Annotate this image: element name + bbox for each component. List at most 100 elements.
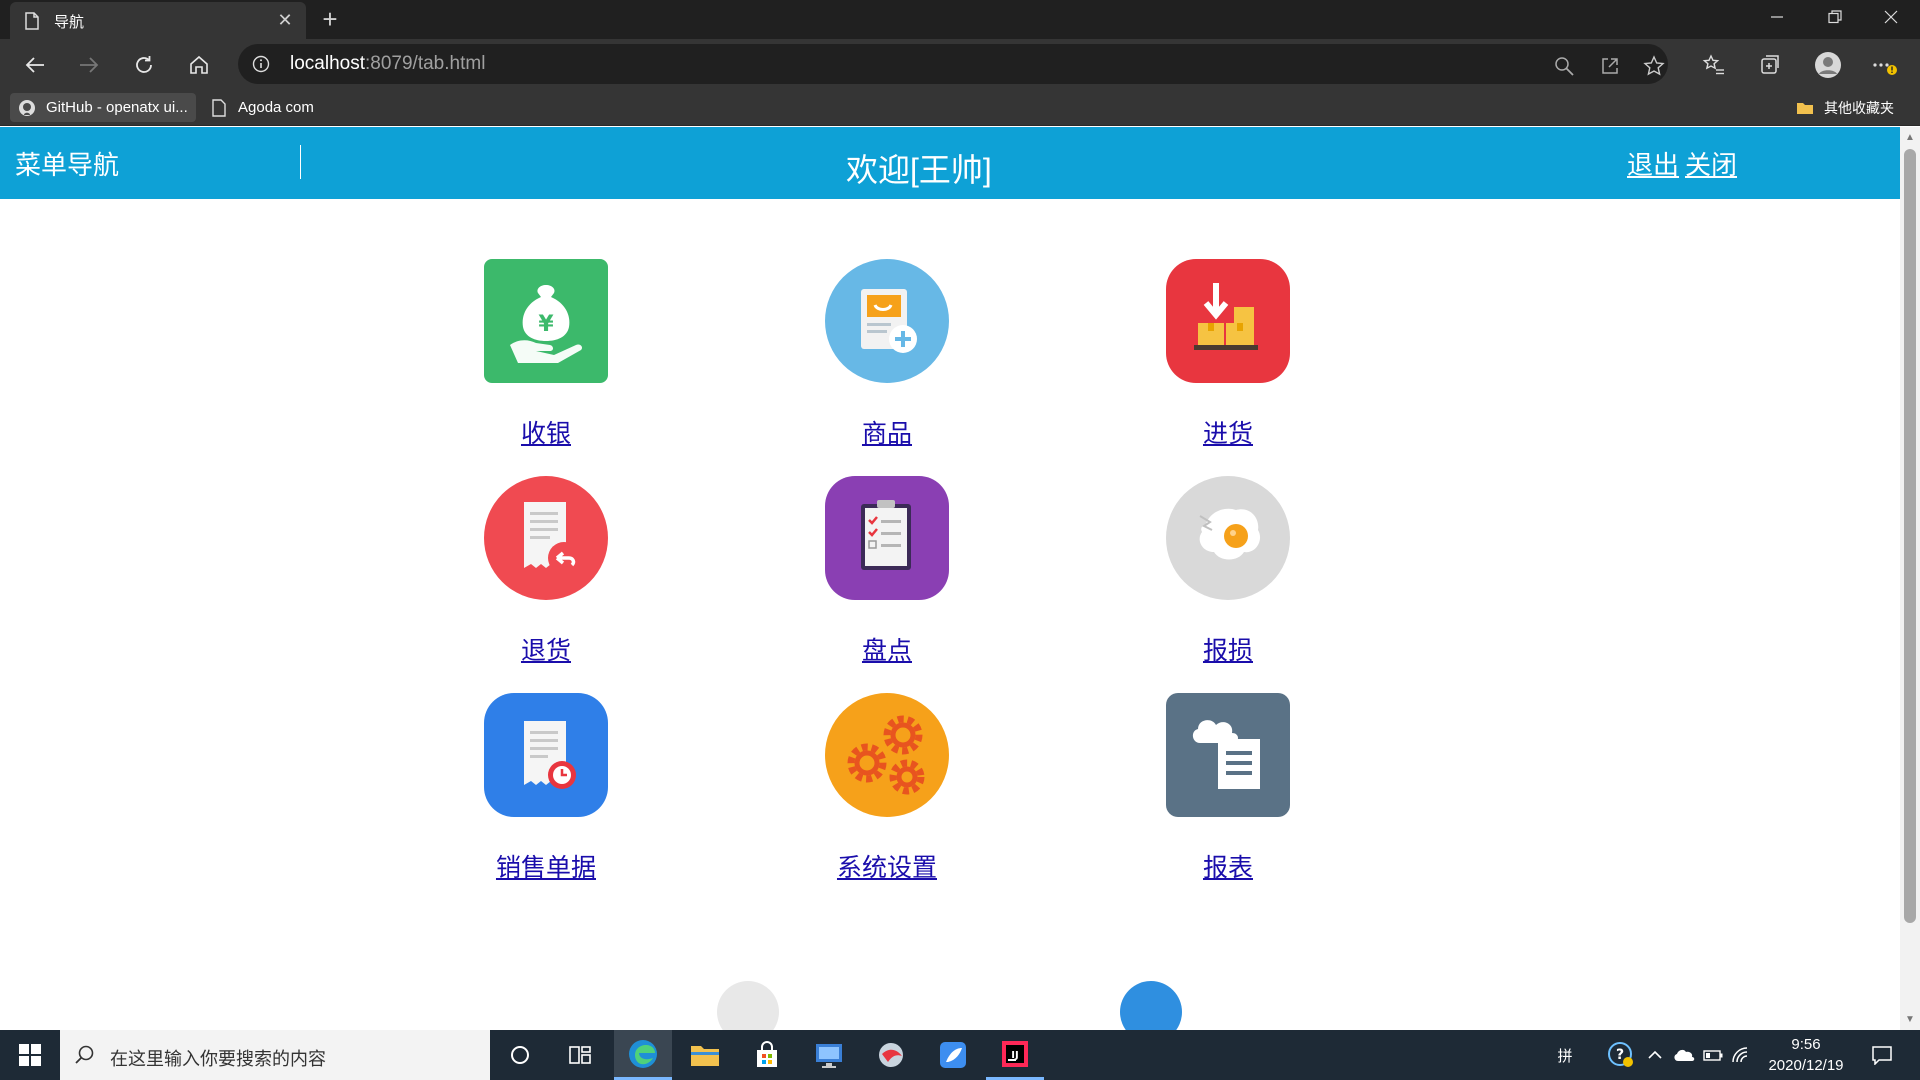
notifications-button[interactable] <box>1862 1030 1902 1080</box>
menu-item-label[interactable]: 系统设置 <box>777 848 997 884</box>
scroll-down-icon[interactable]: ▼ <box>1900 1011 1920 1029</box>
menu-item-label[interactable]: 收银 <box>436 414 656 450</box>
refresh-button[interactable] <box>127 48 161 82</box>
show-hidden-icons-button[interactable] <box>1642 1030 1668 1080</box>
menu-item-label[interactable]: 报表 <box>1118 848 1338 884</box>
other-bookmarks-label: 其他收藏夹 <box>1824 99 1894 116</box>
help-button[interactable]: ? <box>1604 1030 1638 1080</box>
app-icon <box>879 1043 903 1067</box>
favorite-button[interactable] <box>1642 54 1666 78</box>
collections-icon <box>1761 55 1779 74</box>
close-link[interactable]: 关闭 <box>1685 145 1737 182</box>
scroll-up-icon[interactable]: ▲ <box>1900 129 1920 147</box>
cloud-report-icon[interactable] <box>1166 693 1290 817</box>
menu-item-label[interactable]: 盘点 <box>777 631 997 667</box>
return-receipt-icon[interactable] <box>484 476 608 600</box>
taskbar-app-feather[interactable] <box>924 1030 982 1080</box>
taskbar-clock[interactable]: 9:56 2020/12/19 <box>1756 1034 1856 1076</box>
taskbar-remote-desktop[interactable] <box>800 1030 858 1080</box>
product-add-icon[interactable] <box>825 259 949 383</box>
bookmark-github[interactable]: GitHub - openatx ui... <box>10 93 196 122</box>
close-tab-icon[interactable]: ✕ <box>274 9 296 31</box>
money-bag-icon[interactable]: ¥ <box>484 259 608 383</box>
menu-item-inventory[interactable]: 盘点 <box>777 476 997 676</box>
menu-item-return[interactable]: 退货 <box>436 476 656 676</box>
gears-icon[interactable] <box>825 693 949 817</box>
ime-indicator[interactable]: 拼 <box>1550 1030 1580 1080</box>
home-icon <box>190 55 208 74</box>
home-button[interactable] <box>182 48 216 82</box>
menu-item-system-settings[interactable]: 系统设置 <box>777 693 997 893</box>
search-placeholder: 在这里输入你要搜索的内容 <box>110 1049 326 1069</box>
network-button[interactable] <box>1728 1030 1754 1080</box>
page-scrollbar[interactable]: ▲ ▼ <box>1900 127 1920 1030</box>
taskbar-explorer[interactable] <box>676 1030 734 1080</box>
browser-tabstrip: 导航 ✕ + <box>0 0 1920 39</box>
task-view-icon <box>569 1046 591 1064</box>
taskbar-edge[interactable] <box>614 1030 672 1080</box>
bookmark-label: Agoda com <box>238 99 314 116</box>
avatar-icon <box>1815 52 1841 78</box>
taskbar-search[interactable]: 在这里输入你要搜索的内容 <box>60 1030 490 1080</box>
other-bookmarks[interactable]: 其他收藏夹 <box>1788 93 1902 122</box>
menu-item-cashier[interactable]: ¥ 收银 <box>436 259 656 459</box>
broken-egg-icon[interactable] <box>1166 476 1290 600</box>
browser-tab[interactable]: 导航 ✕ <box>10 2 306 39</box>
svg-text:¥: ¥ <box>538 312 554 337</box>
menu-item-label[interactable]: 报损 <box>1118 631 1338 667</box>
menu-item-label[interactable]: 退货 <box>436 631 656 667</box>
settings-more-button[interactable] <box>1870 51 1898 79</box>
cortana-button[interactable] <box>491 1030 549 1080</box>
menu-item-reports[interactable]: 报表 <box>1118 693 1338 893</box>
battery-button[interactable] <box>1700 1030 1726 1080</box>
page-header: 菜单导航 欢迎[王帅] 退出 关闭 <box>0 127 1900 199</box>
search-icon <box>75 1045 94 1064</box>
remote-desktop-icon <box>816 1044 842 1068</box>
clock-time: 9:56 <box>1791 1036 1821 1053</box>
info-icon[interactable] <box>252 55 270 73</box>
decorative-bubble <box>717 981 779 1030</box>
onedrive-button[interactable] <box>1670 1030 1698 1080</box>
bookmark-agoda[interactable]: Agoda com <box>202 93 322 122</box>
forward-button[interactable] <box>72 48 106 82</box>
purchase-icon[interactable] <box>1166 259 1290 383</box>
zoom-button[interactable] <box>1552 54 1576 78</box>
menu-item-sales-receipts[interactable]: 销售单据 <box>436 693 656 893</box>
back-button[interactable] <box>18 48 52 82</box>
favorites-button[interactable] <box>1700 51 1728 79</box>
taskbar-app-bird[interactable] <box>862 1030 920 1080</box>
menu-item-label[interactable]: 进货 <box>1118 414 1338 450</box>
start-button[interactable] <box>0 1030 60 1080</box>
store-icon <box>757 1041 777 1067</box>
page-content: 菜单导航 欢迎[王帅] 退出 关闭 ¥ 收银 商品 进货 退货 盘点 报损 销售… <box>0 127 1900 1030</box>
menu-item-product[interactable]: 商品 <box>777 259 997 459</box>
cloud-icon <box>1674 1049 1695 1061</box>
scrollbar-thumb[interactable] <box>1904 149 1916 923</box>
menu-item-damage[interactable]: 报损 <box>1118 476 1338 676</box>
task-view-button[interactable] <box>551 1030 609 1080</box>
menu-item-label[interactable]: 商品 <box>777 414 997 450</box>
restore-icon <box>1828 10 1842 24</box>
profile-button[interactable] <box>1814 51 1842 79</box>
taskbar-store[interactable] <box>738 1030 796 1080</box>
new-tab-button[interactable]: + <box>316 5 344 33</box>
close-icon <box>1884 10 1898 24</box>
star-icon <box>1643 55 1665 76</box>
menu-item-purchase[interactable]: 进货 <box>1118 259 1338 459</box>
sales-receipt-icon[interactable] <box>484 693 608 817</box>
logout-link[interactable]: 退出 <box>1627 145 1679 182</box>
minimize-icon <box>1771 16 1783 18</box>
page-icon <box>212 98 226 117</box>
feather-app-icon <box>940 1042 966 1068</box>
restore-button[interactable] <box>1806 0 1864 39</box>
address-bar[interactable]: localhost:8079/tab.html <box>238 44 1668 84</box>
checklist-icon[interactable] <box>825 476 949 600</box>
arrow-right-icon <box>80 57 99 73</box>
close-window-button[interactable] <box>1862 0 1920 39</box>
collections-button[interactable] <box>1756 51 1784 79</box>
minimize-button[interactable] <box>1748 0 1806 39</box>
open-in-app-button[interactable] <box>1598 54 1622 78</box>
menu-item-label[interactable]: 销售单据 <box>436 848 656 884</box>
battery-icon <box>1703 1050 1723 1061</box>
taskbar-intellij[interactable]: IJ <box>986 1030 1044 1080</box>
